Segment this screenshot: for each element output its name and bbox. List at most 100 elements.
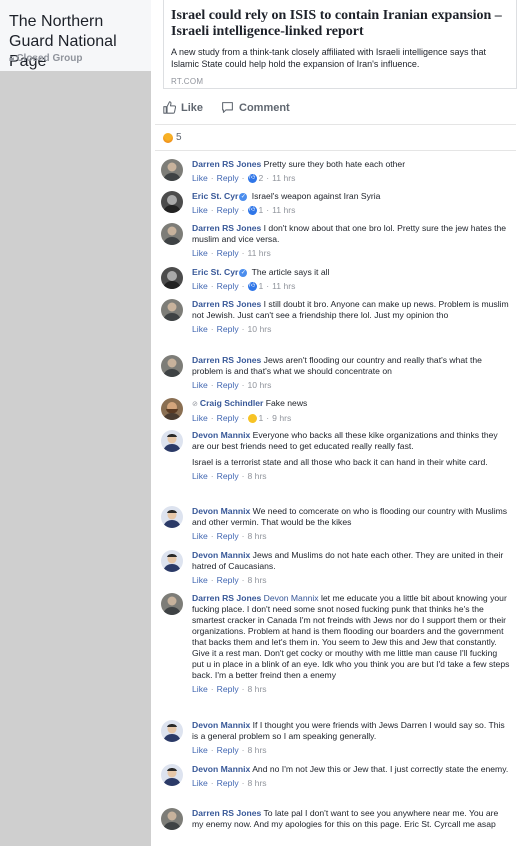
like-link[interactable]: Like — [192, 380, 208, 391]
avatar[interactable] — [161, 808, 183, 830]
reply-link[interactable]: Reply — [217, 281, 239, 292]
avatar[interactable] — [161, 299, 183, 321]
avatar[interactable] — [161, 398, 183, 420]
reply-link[interactable]: Reply — [217, 471, 239, 482]
comment-author[interactable]: Darren RS Jones — [192, 299, 261, 309]
timestamp[interactable]: 8 hrs — [248, 684, 267, 695]
reaction-badge[interactable]: 1 — [247, 413, 263, 424]
like-button[interactable]: Like — [163, 101, 203, 114]
timestamp[interactable]: 10 hrs — [248, 380, 272, 391]
avatar[interactable] — [161, 506, 183, 528]
comment-body: Darren RS Jones I don't know about that … — [192, 223, 510, 259]
reply-link[interactable]: Reply — [217, 205, 239, 216]
timestamp[interactable]: 8 hrs — [248, 531, 267, 542]
comment-author[interactable]: Craig Schindler — [200, 398, 264, 408]
reaction-badge[interactable]: 👍︎ 2 — [247, 173, 263, 184]
avatar[interactable] — [161, 159, 183, 181]
avatar[interactable] — [161, 764, 183, 786]
comment-author[interactable]: Devon Mannix — [192, 506, 250, 516]
group-privacy: 🔒︎ Closed Group — [9, 53, 82, 64]
verified-icon: ✓ — [239, 268, 248, 277]
comment-text: Darren RS Jones Pretty sure they both ha… — [192, 159, 406, 169]
comment-author[interactable]: Devon Mannix — [192, 550, 250, 560]
reply-link[interactable]: Reply — [217, 248, 239, 259]
like-link[interactable]: Like — [192, 413, 208, 424]
thumbs-up-icon — [163, 101, 176, 114]
comment-body: Devon Mannix We need to comcerate on who… — [192, 506, 510, 542]
comment-icon — [222, 102, 233, 113]
timestamp[interactable]: 8 hrs — [248, 575, 267, 586]
like-reaction-icon: 👍︎ — [247, 206, 257, 215]
link-title[interactable]: Israel could rely on ISIS to contain Ira… — [171, 8, 513, 40]
divider — [155, 150, 516, 151]
reply-link[interactable]: Reply — [217, 745, 239, 756]
comment-author[interactable]: Darren RS Jones — [192, 593, 261, 603]
avatar[interactable] — [161, 550, 183, 572]
comment-body: Eric St. Cyr ✓ The article says it all Li… — [192, 267, 510, 292]
comment-text: ⊘ Craig Schindler Fake news — [192, 398, 308, 408]
reply-link[interactable]: Reply — [217, 531, 239, 542]
like-link[interactable]: Like — [192, 684, 208, 695]
comment-author[interactable]: Eric St. Cyr — [192, 191, 238, 201]
comment-meta: Like · Reply · 8 hrs — [192, 531, 267, 542]
reply-link[interactable]: Reply — [217, 778, 239, 789]
comment-author[interactable]: Darren RS Jones — [192, 355, 261, 365]
timestamp[interactable]: 11 hrs — [272, 205, 295, 216]
timestamp[interactable]: 11 hrs — [272, 173, 295, 184]
avatar[interactable] — [161, 355, 183, 377]
like-link[interactable]: Like — [192, 173, 208, 184]
lock-icon: 🔒︎ — [9, 53, 15, 64]
angry-reaction-icon — [163, 132, 173, 143]
reaction-count: 5 — [176, 132, 182, 143]
comment-author[interactable]: Darren RS Jones — [192, 808, 261, 818]
comment-author[interactable]: Darren RS Jones — [192, 223, 261, 233]
timestamp[interactable]: 11 hrs — [248, 248, 271, 259]
timestamp[interactable]: 8 hrs — [248, 778, 267, 789]
like-link[interactable]: Like — [192, 531, 208, 542]
like-link[interactable]: Like — [192, 471, 208, 482]
reply-link[interactable]: Reply — [217, 324, 239, 335]
contributor-icon: ⊘ — [192, 401, 198, 408]
comment-author[interactable]: Devon Mannix — [192, 764, 250, 774]
comment-author[interactable]: Darren RS Jones — [192, 159, 261, 169]
timestamp[interactable]: 9 hrs — [272, 413, 291, 424]
like-link[interactable]: Like — [192, 205, 208, 216]
link-preview-card[interactable]: Israel could rely on ISIS to contain Ira… — [163, 0, 517, 89]
like-reaction-icon: 👍︎ — [247, 174, 257, 183]
mention-link[interactable]: Devon Mannix — [264, 593, 319, 603]
comment-button[interactable]: Comment — [221, 101, 290, 114]
reply-link[interactable]: Reply — [217, 380, 239, 391]
timestamp[interactable]: 10 hrs — [248, 324, 272, 335]
reply-link[interactable]: Reply — [217, 575, 239, 586]
comment-text: Darren RS Jones Devon Mannix let me educ… — [192, 593, 510, 680]
link-domain: RT.COM — [171, 77, 204, 86]
comment-author[interactable]: Devon Mannix — [192, 430, 250, 440]
reaction-badge[interactable]: 👍︎ 1 — [247, 205, 263, 216]
comment-body: Darren RS Jones Jews aren't flooding our… — [192, 355, 510, 391]
like-link[interactable]: Like — [192, 778, 208, 789]
avatar[interactable] — [161, 593, 183, 615]
like-link[interactable]: Like — [192, 248, 208, 259]
timestamp[interactable]: 11 hrs — [272, 281, 295, 292]
reply-link[interactable]: Reply — [217, 413, 239, 424]
avatar[interactable] — [161, 430, 183, 452]
reaction-badge[interactable]: 👍︎ 1 — [247, 281, 263, 292]
comment-body: Devon Mannix Everyone who backs all thes… — [192, 430, 510, 482]
like-link[interactable]: Like — [192, 281, 208, 292]
timestamp[interactable]: 8 hrs — [248, 745, 267, 756]
avatar[interactable] — [161, 720, 183, 742]
like-link[interactable]: Like — [192, 324, 208, 335]
reply-link[interactable]: Reply — [217, 684, 239, 695]
comment-author[interactable]: Eric St. Cyr — [192, 267, 238, 277]
timestamp[interactable]: 8 hrs — [248, 471, 267, 482]
reply-link[interactable]: Reply — [217, 173, 239, 184]
divider — [155, 124, 516, 125]
comment-meta: Like · Reply · 👍︎ 1 · 11 hrs — [192, 281, 296, 292]
comment-author[interactable]: Devon Mannix — [192, 720, 250, 730]
like-link[interactable]: Like — [192, 745, 208, 756]
avatar[interactable] — [161, 191, 183, 213]
avatar[interactable] — [161, 223, 183, 245]
avatar[interactable] — [161, 267, 183, 289]
reaction-summary[interactable]: 5 — [163, 132, 182, 143]
like-link[interactable]: Like — [192, 575, 208, 586]
